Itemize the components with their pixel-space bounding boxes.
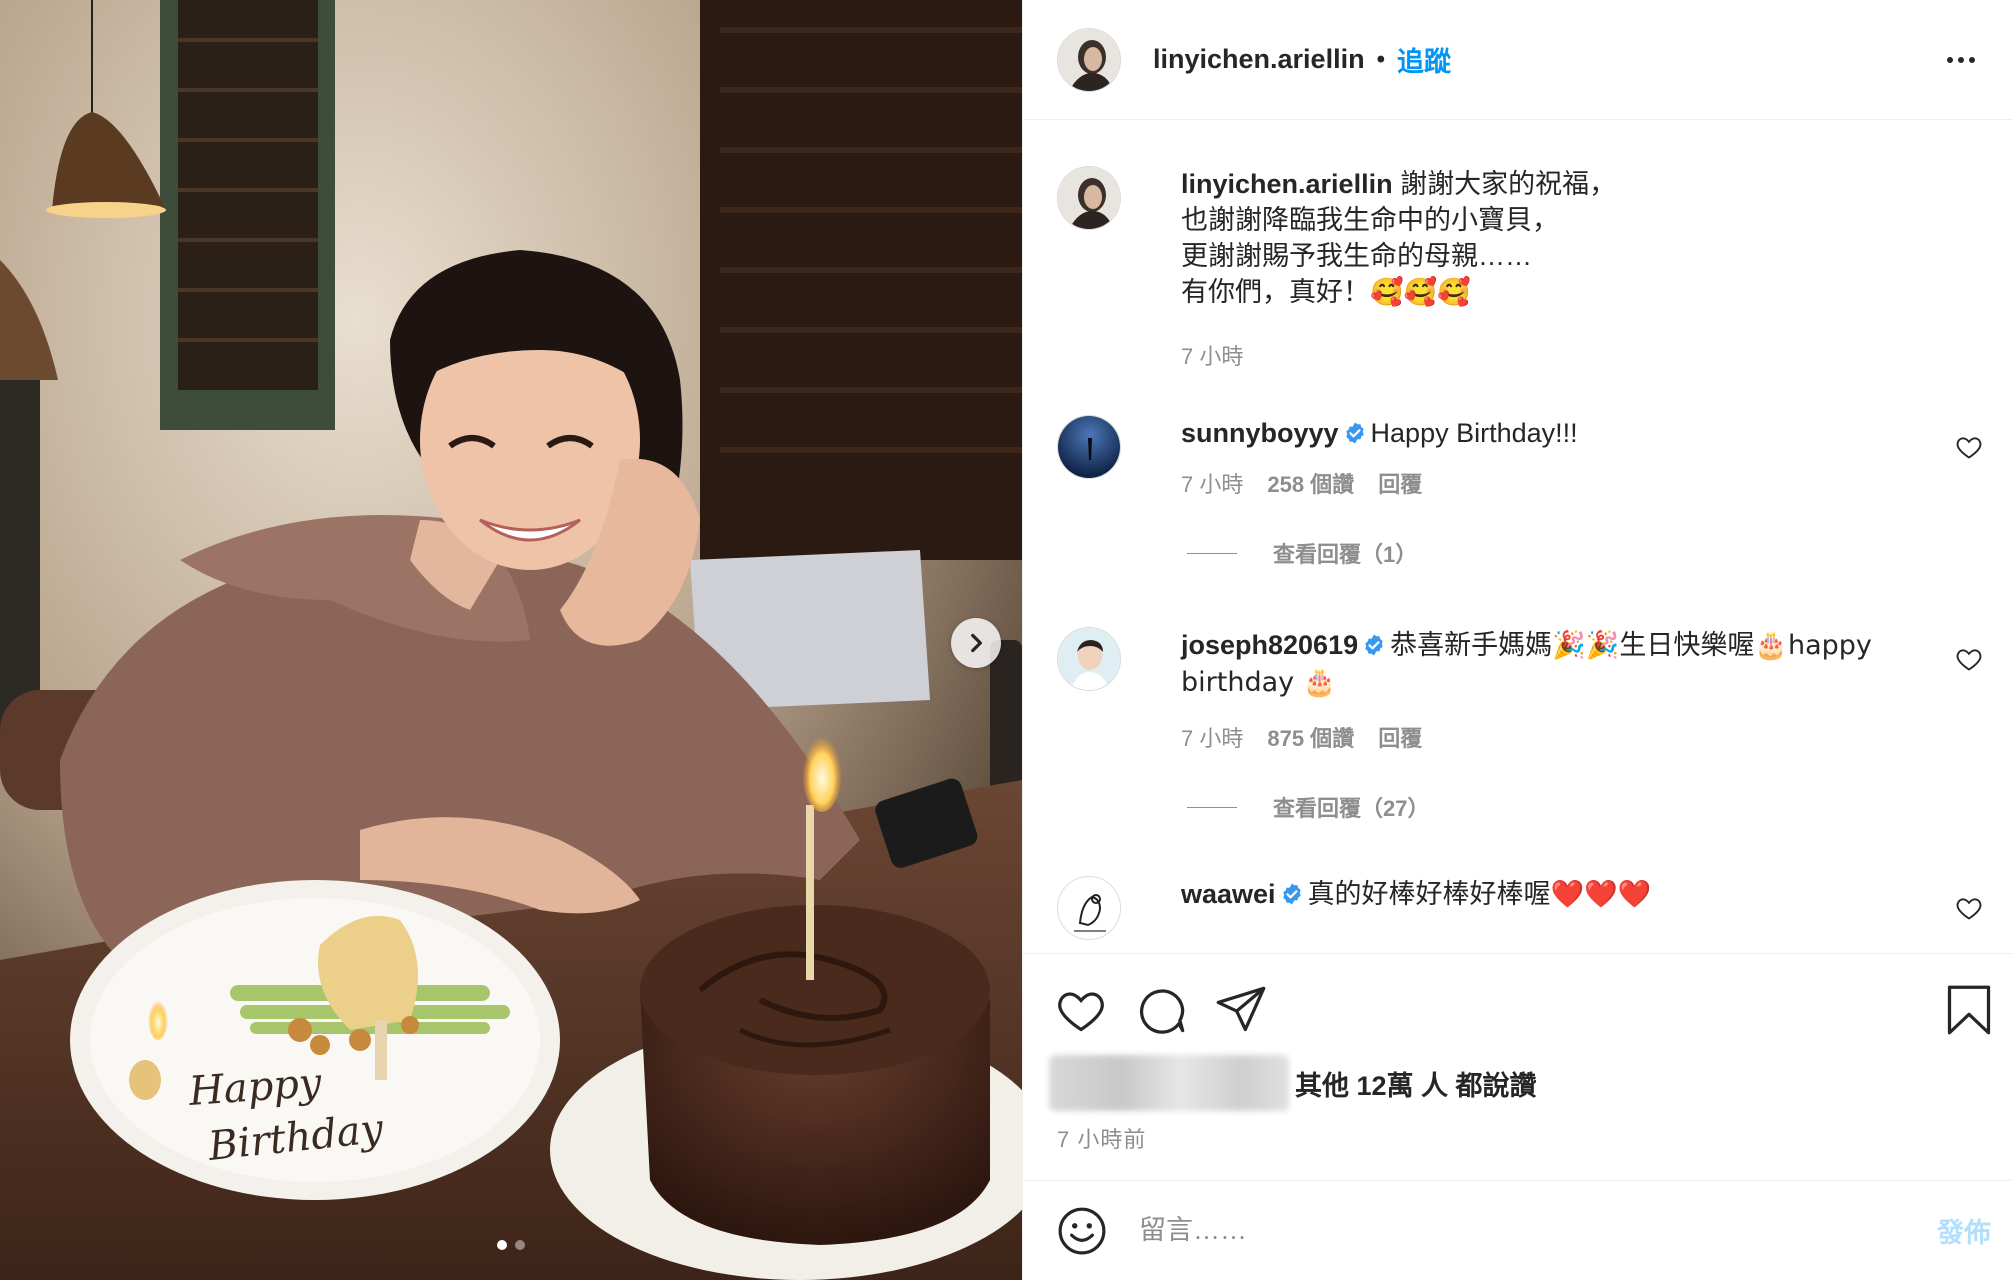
avatar[interactable]: [1057, 27, 1121, 92]
comment-bubble-icon[interactable]: [1135, 984, 1187, 1036]
view-replies-button[interactable]: 查看回覆（1）: [1187, 537, 1417, 569]
caption-line-4: 有你們，真好！🥰🥰🥰: [1181, 277, 1471, 308]
comment-text: joseph820619 恭喜新手媽媽🎉🎉生日快樂喔🎂happy birthday…: [1181, 627, 1941, 701]
comment-text: sunnyboyyy Happy Birthday!!!: [1181, 415, 1941, 451]
avatar[interactable]: [1057, 415, 1121, 479]
caption-text: linyichen.ariellin 謝謝大家的祝福， 也謝謝降臨我生命中的小寶…: [1181, 166, 1941, 311]
comment-username[interactable]: waawei: [1181, 879, 1276, 909]
more-dot: [1958, 57, 1964, 63]
more-dot: [1969, 57, 1975, 63]
photo-illustration: Happy Birthday: [0, 0, 1022, 1280]
carousel-indicator: [0, 1240, 1022, 1250]
like-comment-heart-icon[interactable]: [1955, 645, 1983, 673]
avatar[interactable]: [1057, 166, 1121, 230]
caption-line-1: 謝謝大家的祝福，: [1400, 169, 1617, 199]
comment-content: Happy Birthday!!!: [1370, 418, 1578, 448]
add-comment-bar: 發佈: [1023, 1180, 2012, 1280]
carousel-dot-2: [515, 1240, 525, 1250]
view-replies-label: 查看回覆（27）: [1273, 796, 1430, 821]
avatar-image: [1058, 167, 1120, 229]
avatar-image: [1058, 416, 1120, 478]
post-panel: linyichen.ariellin • 追蹤 linyichen.ariell…: [1022, 0, 2012, 1280]
avatar-image: [1058, 877, 1120, 939]
reply-button[interactable]: 回覆: [1378, 721, 1422, 753]
bookmark-icon[interactable]: [1943, 984, 1995, 1036]
caption-line-3: 更謝謝賜予我生命的母親……: [1181, 241, 1532, 271]
comment-username[interactable]: joseph820619: [1181, 630, 1358, 660]
next-photo-button[interactable]: [951, 618, 1001, 668]
like-comment-heart-icon[interactable]: [1955, 433, 1983, 461]
chevron-right-icon: [971, 633, 982, 653]
comment-input[interactable]: [1139, 1215, 1899, 1246]
caption-username[interactable]: linyichen.ariellin: [1181, 169, 1393, 199]
verified-badge-icon: [1345, 422, 1364, 444]
post-author-username[interactable]: linyichen.ariellin: [1153, 44, 1365, 75]
avatar[interactable]: [1057, 627, 1121, 691]
heart-icon[interactable]: [1055, 984, 1107, 1036]
comment-meta: 7 小時 258 個讚 回覆: [1181, 467, 1422, 499]
comment-likes[interactable]: 258 個讚: [1267, 467, 1354, 499]
verified-badge-icon: [1282, 883, 1301, 905]
view-replies-button[interactable]: 查看回覆（27）: [1187, 791, 1429, 823]
smiley-icon[interactable]: [1057, 1206, 1107, 1256]
comment-username[interactable]: sunnyboyyy: [1181, 418, 1339, 448]
view-replies-label: 查看回覆（1）: [1273, 542, 1418, 567]
caption-line-2: 也謝謝降臨我生命中的小寶貝，: [1181, 205, 1559, 235]
comment-meta: 7 小時 875 個讚 回覆: [1181, 721, 1422, 753]
comment-likes[interactable]: 875 個讚: [1267, 721, 1354, 753]
avatar-image: [1058, 628, 1120, 690]
follow-button[interactable]: 追蹤: [1397, 40, 1451, 79]
plate-text-happy: Happy: [186, 1060, 324, 1115]
replies-divider: [1187, 806, 1237, 808]
paper-plane-icon[interactable]: [1215, 984, 1267, 1036]
comment-text: waawei 真的好棒好棒好棒喔❤️❤️❤️: [1181, 876, 1941, 913]
likes-summary[interactable]: 其他 12萬 人 都說讚: [1049, 1054, 1537, 1112]
replies-divider: [1187, 552, 1237, 554]
caption-meta: 7 小時: [1181, 339, 1243, 371]
post-photo[interactable]: Happy Birthday: [0, 0, 1022, 1280]
comments-list[interactable]: linyichen.ariellin 謝謝大家的祝福， 也謝謝降臨我生命中的小寶…: [1023, 121, 2012, 953]
header-separator: •: [1376, 45, 1385, 73]
likes-summary-text: 其他 12萬 人 都說讚: [1295, 1070, 1537, 1101]
post-timestamp[interactable]: 7 小時前: [1057, 1122, 1146, 1154]
avatar[interactable]: [1057, 876, 1121, 940]
comment-content: 真的好棒好棒好棒喔❤️❤️❤️: [1307, 879, 1652, 910]
caption-time[interactable]: 7 小時: [1181, 339, 1243, 371]
comment-time[interactable]: 7 小時: [1181, 721, 1243, 753]
verified-badge-icon: [1365, 634, 1383, 656]
reply-button[interactable]: 回覆: [1378, 467, 1422, 499]
more-options-button[interactable]: [1937, 40, 1985, 80]
avatar-image: [1058, 28, 1120, 91]
post-header: linyichen.ariellin • 追蹤: [1023, 0, 2012, 120]
like-comment-heart-icon[interactable]: [1955, 894, 1983, 922]
more-dot: [1947, 57, 1953, 63]
blurred-liker-name: [1049, 1055, 1289, 1111]
post-comment-button[interactable]: 發佈: [1937, 1211, 1991, 1250]
comment-time[interactable]: 7 小時: [1181, 467, 1243, 499]
carousel-dot-1: [497, 1240, 507, 1250]
